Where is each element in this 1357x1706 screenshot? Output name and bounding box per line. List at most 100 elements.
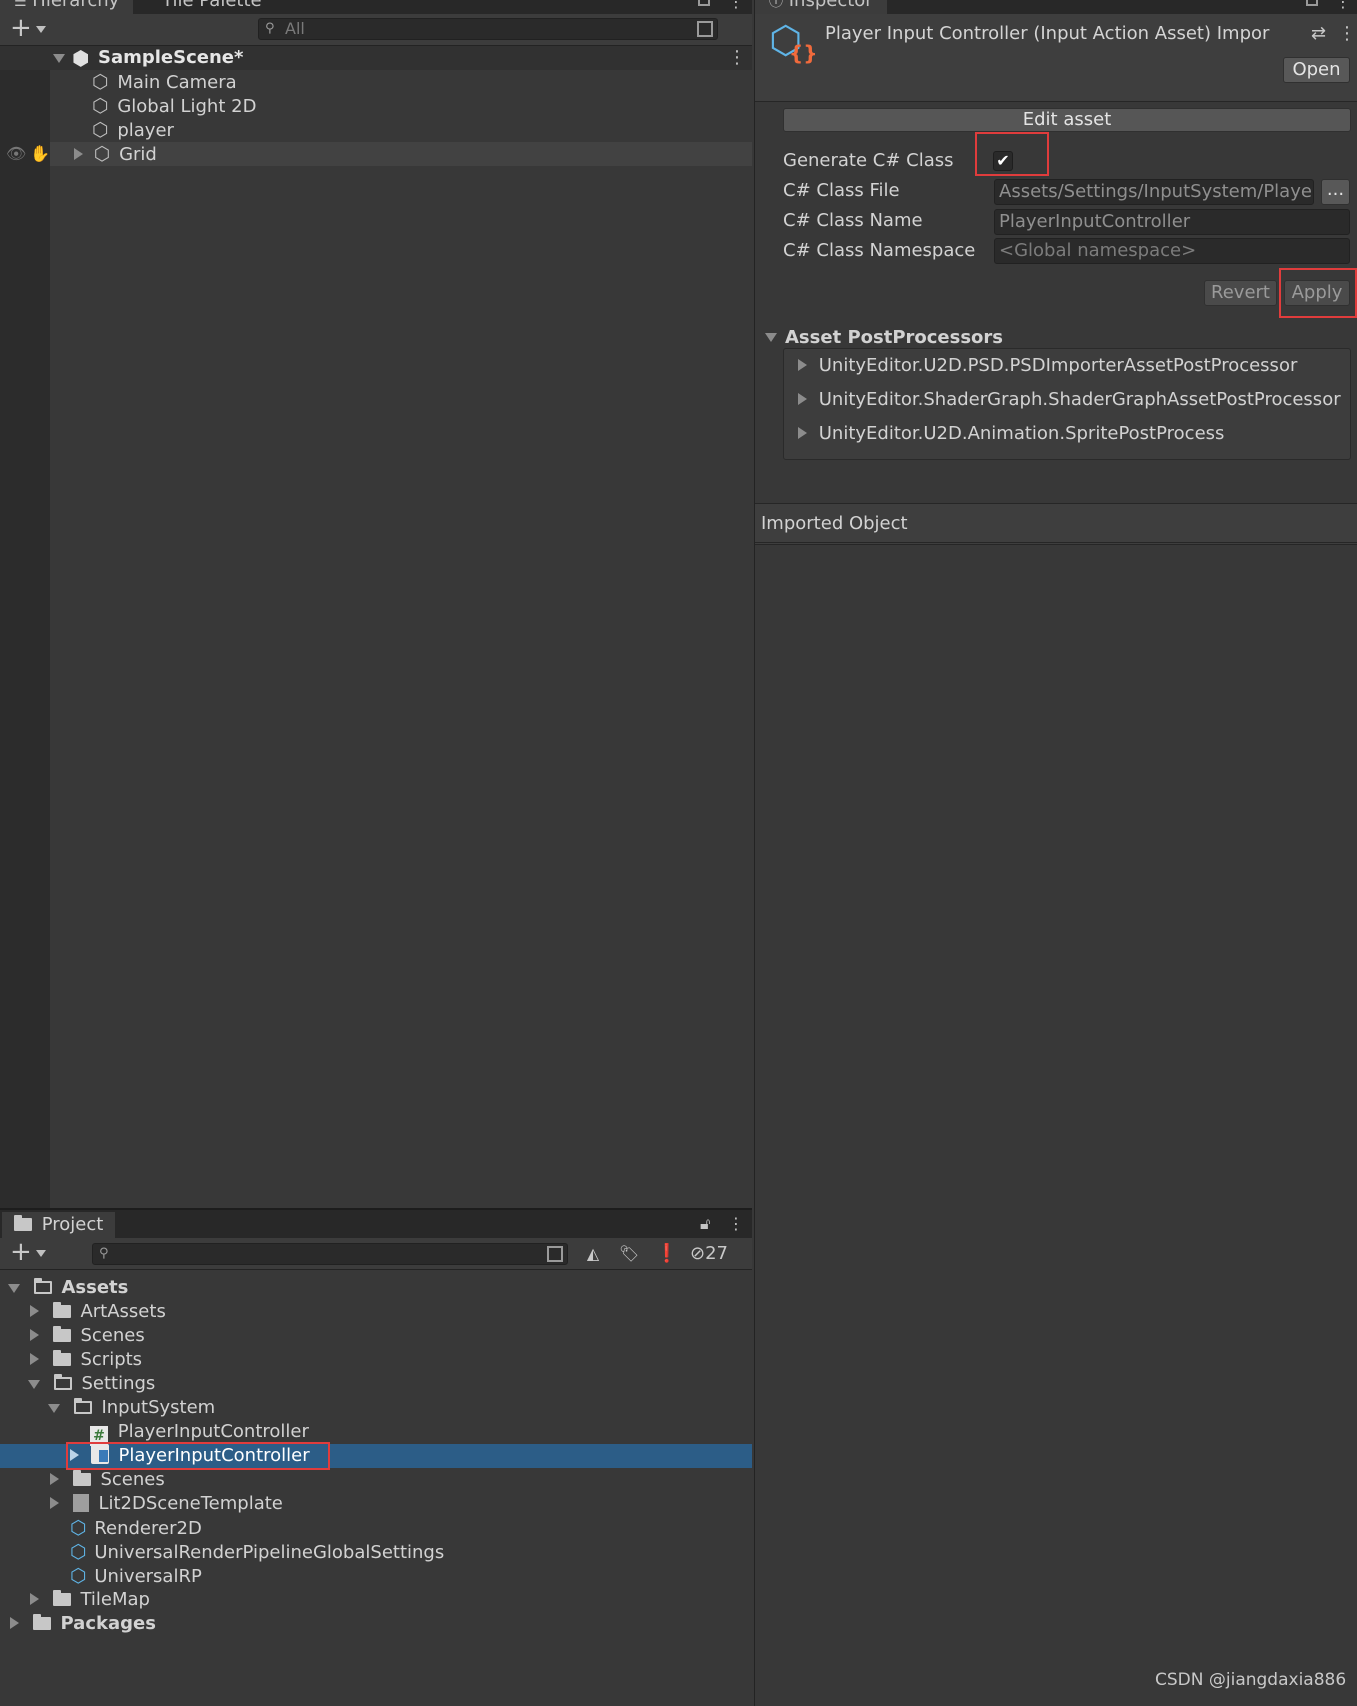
more-options-icon[interactable]: ⋮ — [728, 1212, 744, 1236]
hierarchy-item-label: Global Light 2D — [117, 96, 257, 117]
hierarchy-search-input[interactable]: ⚲ All — [258, 18, 718, 40]
search-expand-icon[interactable] — [697, 21, 713, 37]
maximize-icon[interactable] — [698, 0, 710, 6]
collapse-icon[interactable] — [28, 1380, 40, 1389]
tree-item-inputsystem[interactable]: InputSystem — [48, 1396, 215, 1420]
gameobject-cube-icon: ⬡ — [92, 119, 109, 141]
search-expand-icon[interactable] — [547, 1246, 563, 1262]
tree-item-universalrp[interactable]: ⬡ UniversalRP — [70, 1564, 202, 1588]
class-name-label: C# Class Name — [783, 210, 923, 231]
add-icon[interactable]: + — [10, 14, 32, 42]
pickable-hand-icon[interactable]: ✋ — [30, 142, 50, 166]
visibility-eye-icon[interactable]: 👁 — [6, 142, 26, 166]
hidden-packages-toggle[interactable]: ⊘27 — [690, 1242, 728, 1266]
tree-item-tilemap[interactable]: TileMap — [30, 1588, 150, 1612]
postprocessor-label: UnityEditor.ShaderGraph.ShaderGraphAsset… — [818, 389, 1341, 410]
inspector-tabbar: ⓘ Inspector ⋮ — [755, 0, 1357, 14]
edit-asset-button[interactable]: Edit asset — [783, 108, 1351, 132]
tab-hierarchy[interactable]: ☰ Hierarchy — [0, 0, 134, 14]
highlight-box-asset — [66, 1442, 330, 1470]
gameobject-cube-icon: ⬡ — [93, 143, 111, 165]
postprocessor-item[interactable]: UnityEditor.U2D.Animation.SpritePostProc… — [798, 422, 1224, 446]
expand-icon[interactable] — [50, 1473, 59, 1485]
expand-icon[interactable] — [30, 1593, 39, 1605]
more-options-icon[interactable]: ⋮ — [728, 0, 744, 10]
tree-item-renderer2d[interactable]: ⬡ Renderer2D — [70, 1516, 202, 1540]
warning-icon[interactable]: ❗ — [652, 1242, 682, 1266]
tab-project[interactable]: Project — [2, 1212, 116, 1238]
expand-icon[interactable] — [30, 1353, 39, 1365]
imported-object-label: Imported Object — [761, 513, 908, 534]
presets-sliders-icon[interactable]: ⇄ — [1311, 22, 1326, 46]
gameobject-cube-icon: ⬡ — [92, 95, 109, 117]
lock-icon[interactable]: 🔓︎ — [700, 1212, 710, 1236]
tree-item-playerinputcontroller-script[interactable]: # PlayerInputController — [90, 1420, 309, 1446]
project-toolbar: + ⚲ ◭ 🏷︎ ❗ ⊘27 — [0, 1238, 752, 1270]
hierarchy-search-placeholder: All — [285, 19, 305, 38]
highlight-box-checkbox — [975, 132, 1049, 176]
add-icon[interactable]: + — [10, 1238, 32, 1266]
tree-item-assets[interactable]: Assets — [8, 1276, 128, 1300]
more-options-icon[interactable]: ⋮ — [1335, 0, 1351, 10]
collapse-icon[interactable] — [48, 1404, 60, 1413]
filter-by-label-icon[interactable]: 🏷︎ — [614, 1242, 644, 1266]
expand-icon[interactable] — [798, 393, 807, 405]
expand-icon[interactable] — [50, 1497, 59, 1509]
tree-item-lit2dscenetemplate[interactable]: Lit2DSceneTemplate — [50, 1492, 283, 1516]
hierarchy-item-label: player — [117, 120, 174, 141]
project-search-input[interactable]: ⚲ — [92, 1243, 568, 1265]
tree-item-label: UniversalRenderPipelineGlobalSettings — [94, 1542, 445, 1563]
tree-item-label: ArtAssets — [80, 1301, 166, 1322]
highlight-box-apply — [1279, 268, 1357, 318]
postprocessor-item[interactable]: UnityEditor.U2D.PSD.PSDImporterAssetPost… — [798, 354, 1297, 378]
class-namespace-field[interactable]: <Global namespace> — [994, 238, 1350, 264]
tree-item-scenes[interactable]: Scenes — [30, 1324, 145, 1348]
header-more-icon[interactable]: ⋮ — [1338, 22, 1356, 46]
revert-button[interactable]: Revert — [1204, 280, 1277, 306]
hierarchy-item-grid[interactable]: ⬡ Grid — [74, 142, 157, 166]
class-name-field[interactable]: PlayerInputController — [994, 209, 1350, 235]
postprocessors-title: Asset PostProcessors — [785, 327, 1004, 348]
expand-icon[interactable] — [10, 1617, 19, 1629]
tree-item-settings[interactable]: Settings — [28, 1372, 155, 1396]
search-icon: ⚲ — [265, 21, 275, 36]
scene-collapse-icon[interactable] — [53, 54, 65, 63]
tab-tile-palette[interactable]: Tile Palette — [148, 0, 276, 14]
tree-item-artassets[interactable]: ArtAssets — [30, 1300, 166, 1324]
foldout-icon[interactable] — [765, 333, 777, 342]
hidden-count: 27 — [705, 1243, 728, 1264]
collapse-icon[interactable] — [8, 1284, 20, 1293]
postprocessors-list: UnityEditor.U2D.PSD.PSDImporterAssetPost… — [783, 348, 1351, 460]
class-file-field[interactable]: Assets/Settings/InputSystem/PlayerI — [994, 179, 1314, 205]
folder-icon — [52, 1350, 71, 1366]
scene-more-icon[interactable]: ⋮ — [728, 46, 746, 70]
postprocessor-item[interactable]: UnityEditor.ShaderGraph.ShaderGraphAsset… — [798, 388, 1341, 412]
scene-row[interactable]: ⬢ SampleScene* ⋮ — [0, 46, 752, 70]
tab-inspector[interactable]: ⓘ Inspector — [755, 0, 887, 14]
maximize-icon[interactable] — [1306, 0, 1318, 6]
chevron-down-icon[interactable] — [36, 26, 46, 33]
expand-icon[interactable] — [30, 1305, 39, 1317]
hierarchy-item-player[interactable]: ⬡ player — [92, 118, 174, 142]
tab-tile-palette-label: Tile Palette — [162, 0, 262, 11]
expand-icon[interactable] — [798, 427, 807, 439]
expand-icon[interactable] — [74, 148, 83, 160]
scene-name: SampleScene* — [98, 47, 244, 68]
expand-icon[interactable] — [798, 359, 807, 371]
open-button[interactable]: Open — [1283, 57, 1350, 83]
hierarchy-item-global-light-2d[interactable]: ⬡ Global Light 2D — [92, 94, 256, 118]
tree-item-scripts[interactable]: Scripts — [30, 1348, 142, 1372]
folder-icon — [52, 1590, 71, 1606]
tree-item-packages[interactable]: Packages — [10, 1612, 156, 1636]
tree-item-urp-global-settings[interactable]: ⬡ UniversalRenderPipelineGlobalSettings — [70, 1540, 444, 1564]
imported-object-section: Imported Object — [755, 503, 1357, 545]
browse-button[interactable]: ... — [1321, 179, 1350, 205]
expand-icon[interactable] — [30, 1329, 39, 1341]
filter-by-type-icon[interactable]: ◭ — [578, 1242, 608, 1266]
folder-icon — [52, 1326, 71, 1342]
tree-item-label: Settings — [81, 1373, 156, 1394]
tree-item-settings-scenes[interactable]: Scenes — [50, 1468, 165, 1492]
class-namespace-label: C# Class Namespace — [783, 240, 976, 261]
hierarchy-item-main-camera[interactable]: ⬡ Main Camera — [92, 70, 237, 94]
chevron-down-icon[interactable] — [36, 1250, 46, 1257]
